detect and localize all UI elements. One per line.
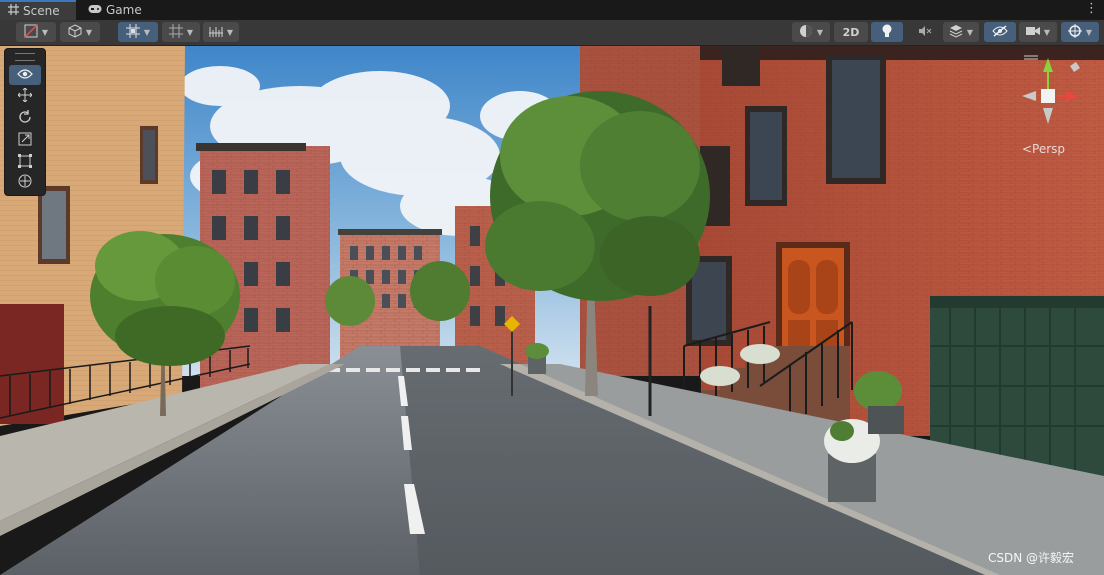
effects-button[interactable]: ▼ [943,22,979,42]
eye-icon [17,68,33,83]
chevron-down-icon: ▼ [41,27,49,37]
gizmo-icon [1067,23,1082,41]
tab-game[interactable]: Game [80,0,150,20]
rotate-icon [18,110,32,128]
grid-icon [8,4,19,18]
move-arrows-icon [17,87,33,106]
gizmos-button[interactable]: ▼ [1061,22,1099,42]
rect-icon [18,154,32,172]
eye-slash-icon [992,24,1008,40]
chevron-down-icon: ▼ [966,27,974,37]
scene-camera-button[interactable]: ▼ [1019,22,1057,42]
chevron-down-icon: ▼ [1085,27,1093,37]
drag-handle-icon[interactable] [15,53,35,61]
view-tool-button[interactable] [9,65,41,85]
ruler-icon [208,25,223,40]
scene-visibility-button[interactable] [984,22,1016,42]
grid-snap-button[interactable]: ▼ [118,22,158,42]
more-options-icon[interactable]: ⋮ [1085,1,1098,16]
draw-mode-icon [24,23,38,41]
orientation-gizmo[interactable] [1010,52,1090,142]
scale-icon [18,132,32,150]
audio-toggle-button[interactable] [909,22,941,42]
tab-scene-label: Scene [23,4,60,18]
shading-sphere-icon [799,24,813,41]
scale-tool-button[interactable] [9,131,41,151]
camera-icon [1025,26,1040,39]
tab-bar: Scene Game ⋮ [0,0,1104,21]
cube-icon [68,23,82,41]
snap-grid-icon [168,23,183,41]
scene-toolbar: ▼ ▼ ▼ ▼ ▼ ▼ 2D ▼ ▼ ▼ [0,20,1104,46]
chevron-down-icon: ▼ [186,27,194,37]
rotate-tool-button[interactable] [9,109,41,129]
incremental-snap-button[interactable]: ▼ [162,22,200,42]
tab-game-label: Game [106,3,142,17]
layers-icon [949,24,963,41]
chevron-down-icon: ▼ [226,27,234,37]
gamepad-icon [88,3,102,17]
chevron-down-icon: ▼ [816,27,824,37]
move-tool-button[interactable] [9,87,41,107]
scene-view-button[interactable]: ▼ [60,22,100,42]
street-scene-render [0,46,1104,575]
transform-tool-button[interactable] [9,173,41,193]
grid-snap-icon [125,23,140,41]
chevron-down-icon: ▼ [85,27,93,37]
chevron-down-icon: ▼ [1043,27,1051,37]
shading-mode-button[interactable]: ▼ [792,22,830,42]
mute-speaker-icon [918,25,932,40]
transform-icon [18,174,32,192]
watermark-text: CSDN @许毅宏 [988,551,1075,565]
scene-viewport[interactable]: <Persp CSDN @许毅宏 [0,46,1104,575]
tab-scene[interactable]: Scene [0,0,76,20]
draw-mode-button[interactable]: ▼ [16,22,56,42]
chevron-down-icon: ▼ [143,27,151,37]
ruler-snap-button[interactable]: ▼ [203,22,239,42]
lightbulb-icon [881,24,893,41]
tools-overlay [4,48,46,196]
lighting-toggle-button[interactable] [871,22,903,42]
projection-label[interactable]: <Persp [1022,142,1065,156]
toggle-2d-button[interactable]: 2D [834,22,868,42]
rect-tool-button[interactable] [9,153,41,173]
